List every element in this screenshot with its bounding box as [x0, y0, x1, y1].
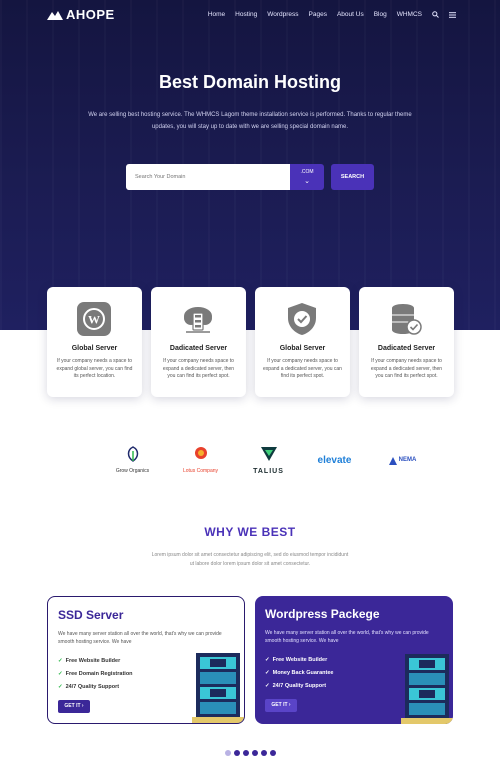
brand-logo-grow: Grow Organics [110, 445, 155, 480]
nav-item-pages[interactable]: Pages [309, 11, 327, 18]
check-icon: ✓ [58, 671, 63, 677]
carousel-dot[interactable] [270, 750, 276, 756]
chevron-down-icon: ⌄ [304, 178, 310, 185]
search-button[interactable]: SEARCH [331, 164, 374, 190]
nav-item-blog[interactable]: Blog [374, 11, 387, 18]
domain-search-input[interactable] [126, 164, 290, 190]
brand-logo-elevate: elevate [312, 445, 357, 480]
feature-title: Wordpress Packege [265, 607, 380, 621]
carousel-dot[interactable] [252, 750, 258, 756]
domain-extension-value: .COM [300, 169, 314, 175]
talius-logo-icon [260, 447, 277, 461]
check-icon: ✓ [58, 658, 63, 664]
why-subtitle: Lorem ipsum dolor sit amet consectetur a… [151, 552, 349, 567]
wordpress-icon: W [77, 302, 111, 336]
nav-item-whmcs[interactable]: WHMCS [397, 11, 422, 18]
leaf-logo-icon [127, 446, 138, 462]
feature-card-wordpress: Wordpress Packege We have many server st… [255, 596, 453, 724]
svg-text:W: W [88, 313, 100, 327]
feature-card-ssd: SSD Server We have many server station a… [47, 596, 245, 724]
server-rack-illustration [192, 653, 244, 723]
logo-icon [47, 10, 63, 20]
nav-item-wordpress[interactable]: Wordpress [267, 11, 298, 18]
brand-label: elevate [317, 455, 352, 466]
database-check-icon [392, 304, 422, 335]
service-title: Dadicated Server [377, 345, 436, 352]
search-icon[interactable] [432, 11, 439, 18]
brand-logo-lotus: Lotus Company [178, 445, 223, 480]
service-desc: If your company needs space to expand a … [370, 358, 443, 379]
get-it-button[interactable]: GET IT › [265, 699, 297, 712]
top-nav: AHOPE Home Hosting Wordpress Pages About… [0, 0, 500, 30]
service-desc: If your company needs space to expand a … [162, 358, 235, 379]
brand-logo[interactable]: AHOPE [47, 7, 115, 22]
domain-extension-select[interactable]: .COM ⌄ [290, 164, 324, 190]
feature-list: ✓ Free Website Builder ✓ Free Domain Regis… [58, 655, 133, 694]
feature-item: ✓ Free Website Builder [58, 658, 121, 664]
check-icon: ✓ [265, 683, 270, 689]
brand-logos: Grow Organics Lotus Company TALIUS eleva… [0, 445, 500, 480]
carousel-dot[interactable] [261, 750, 267, 756]
carousel-dot[interactable] [225, 750, 231, 756]
service-title: Global Server [71, 345, 118, 352]
main-menu: Home Hosting Wordpress Pages About Us Bl… [208, 11, 456, 18]
hero-title: Best Domain Hosting [158, 72, 341, 92]
feature-item: ✓ Free Website Builder [265, 657, 328, 663]
nav-item-hosting[interactable]: Hosting [235, 11, 257, 18]
nav-item-home[interactable]: Home [208, 11, 225, 18]
arrow-right-icon: › [81, 703, 84, 709]
why-title: WHY WE BEST [204, 525, 296, 539]
feature-item: ✓ Free Domain Registration [58, 671, 133, 677]
carousel-pagination [225, 750, 276, 756]
brand-logo-nema: NEMA [380, 445, 425, 480]
shield-check-icon [288, 303, 316, 335]
brand-logo-talius: TALIUS [246, 445, 291, 480]
service-card[interactable]: Dadicated Server If your company needs s… [151, 287, 246, 397]
service-card[interactable]: Dadicated Server If your company needs s… [359, 287, 454, 397]
check-icon: ✓ [58, 684, 63, 690]
service-title: Global Server [279, 345, 326, 352]
cloud-server-icon [184, 307, 212, 333]
check-icon: ✓ [265, 670, 270, 676]
service-card[interactable]: Global Server If your company needs spac… [255, 287, 350, 397]
feature-desc: We have many server station all over the… [58, 631, 222, 645]
carousel-dot[interactable] [234, 750, 240, 756]
carousel-dot[interactable] [243, 750, 249, 756]
feature-item: ✓ 24/7 Quality Support [58, 684, 120, 690]
feature-item: ✓ 24/7 Quality Support [265, 683, 327, 689]
lotus-logo-icon [194, 447, 207, 459]
brand-label: TALIUS [253, 468, 284, 475]
feature-list: ✓ Free Website Builder ✓ Money Back Guaran… [265, 654, 333, 693]
nav-item-about-us[interactable]: About Us [337, 11, 364, 18]
service-desc: If your company needs a space to expand … [56, 358, 133, 379]
brand-label: Lotus Company [182, 468, 219, 474]
feature-item: ✓ Money Back Guarantee [265, 670, 334, 676]
feature-title: SSD Server [58, 608, 124, 622]
service-title: Dadicated Server [169, 345, 228, 352]
menu-icon[interactable] [449, 11, 456, 18]
service-card[interactable]: W Global Server If your company needs a … [47, 287, 142, 397]
server-rack-illustration [401, 654, 453, 724]
brand-name: AHOPE [66, 7, 115, 22]
hero-subtitle: We are selling best hosting service. The… [88, 112, 412, 130]
service-desc: If your company needs space to expand a … [263, 358, 342, 379]
hero-section: AHOPE Home Hosting Wordpress Pages About… [0, 0, 500, 330]
nema-logo-icon [388, 457, 397, 465]
feature-desc: We have many server station all over the… [265, 630, 429, 644]
brand-label: Grow Organics [115, 468, 150, 474]
brand-label: NEMA [398, 457, 417, 463]
arrow-right-icon: › [288, 702, 291, 708]
check-icon: ✓ [265, 657, 270, 663]
get-it-button[interactable]: GET IT › [58, 700, 90, 713]
